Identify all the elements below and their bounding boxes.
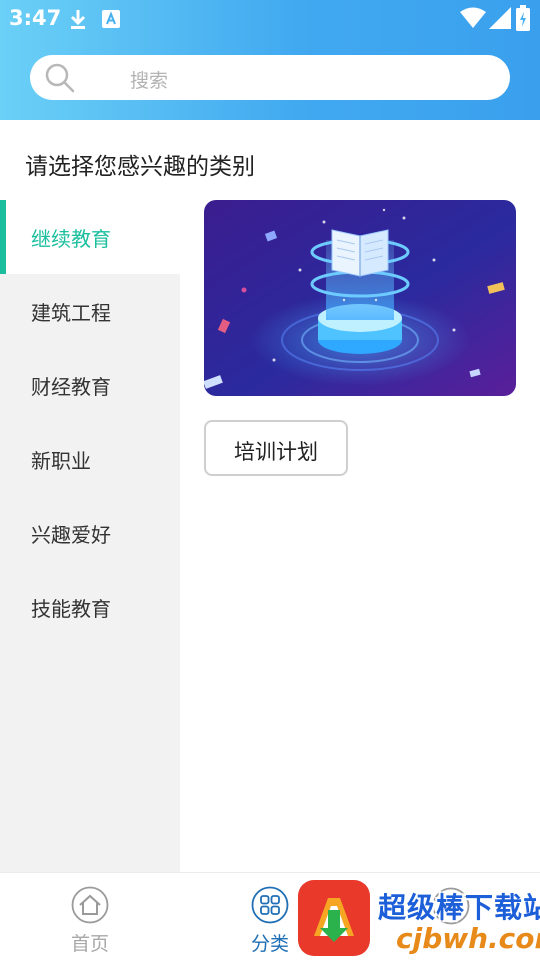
- sidebar-item-skills[interactable]: 技能教育: [0, 570, 180, 644]
- battery-charging-icon: [516, 5, 530, 31]
- nav-home-label: 首页: [70, 933, 109, 955]
- watermark-title: 超级棒下载站: [378, 891, 540, 924]
- header: 3:47 搜索: [0, 0, 540, 120]
- sidebar-item-label: 技能教育: [31, 597, 111, 621]
- a-box-icon: [102, 10, 120, 28]
- download-icon: [70, 10, 86, 29]
- sidebar-item-label: 财经教育: [31, 375, 111, 399]
- nav-home[interactable]: 首页: [45, 873, 135, 960]
- sidebar-item-hobbies[interactable]: 兴趣爱好: [0, 496, 180, 570]
- home-icon: [71, 886, 109, 924]
- category-banner[interactable]: [204, 200, 516, 396]
- open-book-illustration: [204, 200, 516, 396]
- sidebar-item-finance[interactable]: 财经教育: [0, 348, 180, 422]
- grid-icon: [251, 886, 289, 924]
- search-input[interactable]: 搜索: [30, 55, 510, 100]
- sidebar-item-label: 建筑工程: [31, 301, 111, 325]
- sidebar-item-label: 继续教育: [31, 227, 111, 251]
- sidebar-item-continuing-education[interactable]: 继续教育: [0, 200, 180, 274]
- training-plan-button[interactable]: 培训计划: [204, 420, 348, 476]
- download-arrow-logo: [298, 880, 370, 956]
- category-sidebar: 继续教育 建筑工程 财经教育 新职业 兴趣爱好 技能教育: [0, 200, 180, 872]
- wifi-icon: [460, 7, 486, 28]
- sidebar-item-construction[interactable]: 建筑工程: [0, 274, 180, 348]
- page-title: 请选择您感兴趣的类别: [25, 154, 255, 180]
- status-bar: 3:47: [0, 0, 540, 36]
- signal-icon: [489, 7, 511, 29]
- search-placeholder: 搜索: [130, 70, 169, 92]
- search-icon: [45, 63, 75, 93]
- training-plan-label: 培训计划: [234, 440, 318, 464]
- sidebar-item-new-profession[interactable]: 新职业: [0, 422, 180, 496]
- sidebar-item-label: 兴趣爱好: [31, 523, 111, 547]
- sidebar-item-label: 新职业: [31, 449, 91, 473]
- active-indicator: [0, 200, 6, 274]
- watermark-url: cjbwh.com: [396, 922, 540, 955]
- status-time: 3:47: [9, 6, 62, 30]
